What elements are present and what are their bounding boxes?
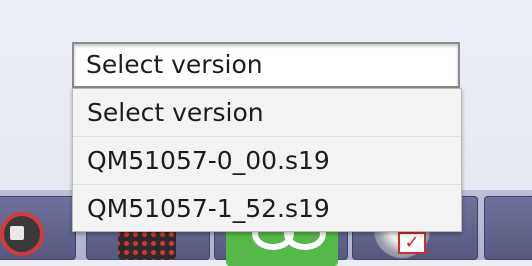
version-dropdown-list: Select version QM51057-0_00.s19 QM51057-…: [72, 88, 462, 232]
version-select[interactable]: Select version: [72, 42, 460, 88]
dropdown-option[interactable]: QM51057-0_00.s19: [73, 137, 461, 185]
dropdown-option[interactable]: QM51057-1_52.s19: [73, 185, 461, 233]
toolbar-button-more[interactable]: [484, 196, 532, 260]
dropdown-option[interactable]: Select version: [73, 89, 461, 137]
gauge-icon: [0, 212, 44, 256]
check-icon: ✓: [398, 232, 426, 254]
version-select-value: Select version: [86, 50, 263, 79]
